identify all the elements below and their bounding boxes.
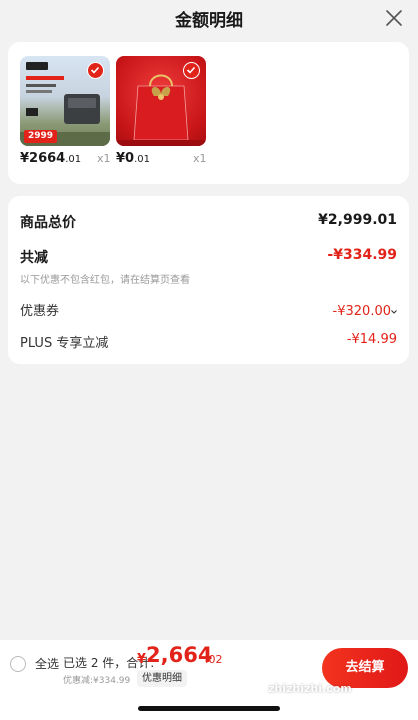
item-price: ¥0.01 xyxy=(116,151,150,166)
item-qty: x1 xyxy=(193,152,207,165)
price-badge: 2999 xyxy=(24,130,58,143)
total-amount: 2,664 xyxy=(146,643,213,667)
coupon-value-group: -¥320.00 xyxy=(333,300,391,319)
check-icon[interactable] xyxy=(87,62,104,79)
item-price-int: ¥0 xyxy=(116,151,135,166)
item-price-decimal: .01 xyxy=(65,154,82,165)
item-price: ¥2664.01 xyxy=(20,151,81,166)
chevron-down-icon[interactable] xyxy=(391,302,397,321)
page-title: 金额明细 xyxy=(175,11,243,31)
reduction-label: 共减 xyxy=(20,250,48,266)
goods-total-value: ¥2,999.01 xyxy=(318,212,397,228)
goods-total-label: 商品总价 xyxy=(20,215,76,231)
reduction-value: -¥334.99 xyxy=(327,247,397,263)
product-thumbnail-power-station[interactable]: 2999 xyxy=(20,56,110,146)
items-card: 2999 ¥2664.01 x1 ¥0.01 x1 xyxy=(8,42,409,184)
product-thumbnail-gift-bag[interactable] xyxy=(116,56,206,146)
coupon-label: 优惠券 xyxy=(20,304,60,319)
item-price-decimal: .01 xyxy=(134,154,150,165)
watermark-text: zhizhizhi.com xyxy=(268,682,352,695)
discount-text: 优惠减:¥334.99 xyxy=(63,676,131,686)
item-qty: x1 xyxy=(97,152,111,165)
total-decimal: .02 xyxy=(205,653,223,666)
plus-label: PLUS 专享立减 xyxy=(20,336,109,351)
select-all-radio[interactable] xyxy=(10,656,26,672)
coupon-value: -¥320.00 xyxy=(332,304,391,319)
total-currency: ¥ xyxy=(137,652,147,667)
reduction-note: 以下优惠不包含红包，请在结算页查看 xyxy=(20,275,190,286)
header-bar: 金额明细 xyxy=(0,0,418,38)
item-price-int: ¥2664 xyxy=(20,151,66,166)
plus-value: -¥14.99 xyxy=(346,332,397,347)
home-indicator xyxy=(138,706,280,711)
discount-detail-button[interactable]: 优惠明细 xyxy=(137,670,187,687)
close-icon[interactable] xyxy=(384,8,404,28)
check-icon[interactable] xyxy=(183,62,200,79)
summary-card: 商品总价 ¥2,999.01 共减 -¥334.99 以下优惠不包含红包，请在结… xyxy=(8,196,409,364)
select-all-label[interactable]: 全选 xyxy=(35,655,59,672)
